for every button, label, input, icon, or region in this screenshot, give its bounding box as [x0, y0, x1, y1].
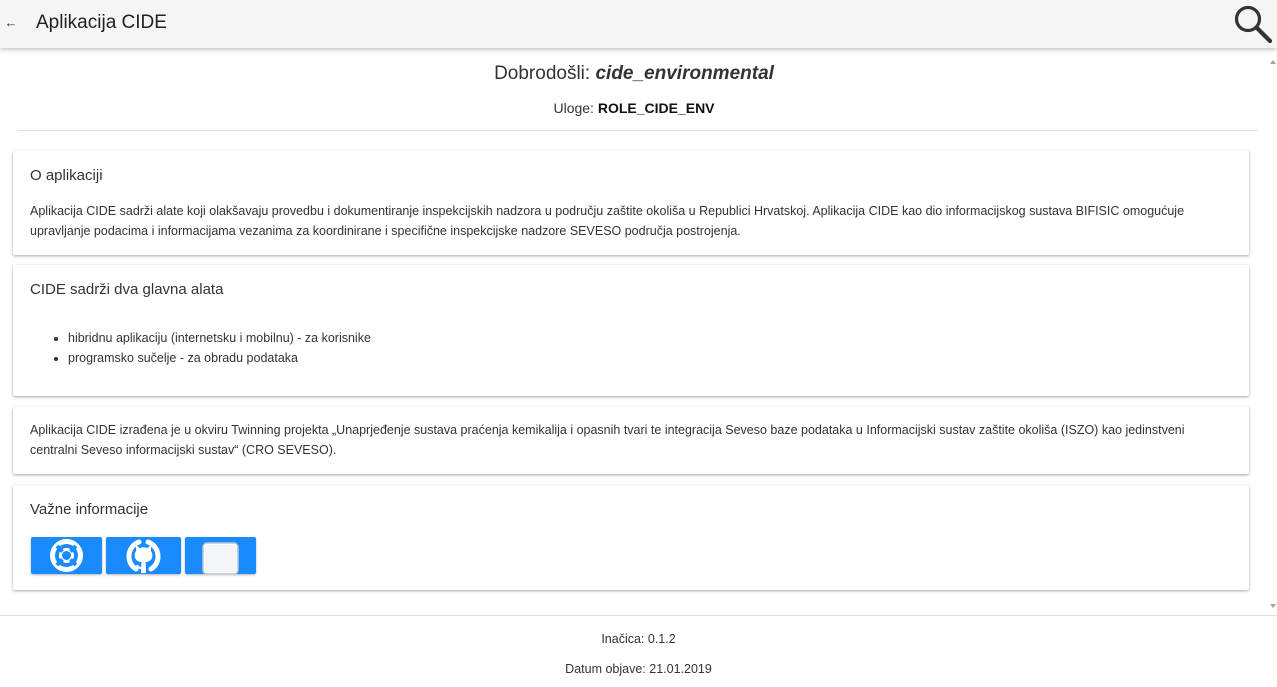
app-toolbar: ← Aplikacija CIDE [0, 0, 1277, 48]
welcome-prefix: Dobrodošli: [494, 63, 596, 84]
about-card-text: Aplikacija CIDE sadrži alate koji olakša… [30, 204, 1185, 238]
scroll-down-arrow-icon[interactable] [1270, 604, 1276, 608]
about-card-title: O aplikaciji [30, 167, 103, 184]
about-card: O aplikaciji Aplikacija CIDE sadrži alat… [13, 151, 1249, 255]
app-title: Aplikacija CIDE [36, 12, 167, 33]
scrollbar-thumb[interactable] [1270, 70, 1276, 594]
list-item: hibridnu aplikaciju (internetsku i mobil… [68, 328, 371, 348]
window-button[interactable] [185, 537, 256, 574]
arrow-left-icon[interactable]: ← [4, 13, 18, 33]
project-card-text: Aplikacija CIDE izrađena je u okviru Twi… [30, 423, 1185, 457]
roles-label: Uloge: [553, 100, 598, 116]
user-roles: Uloge: ROLE_CIDE_ENV [0, 99, 1268, 117]
main-content: Dobrodošli: cide_environmental Uloge: RO… [0, 50, 1268, 615]
tools-card-title: CIDE sadrži dva glavna alata [30, 281, 224, 298]
tools-list: hibridnu aplikaciju (internetsku i mobil… [30, 328, 371, 368]
github-icon [126, 539, 161, 573]
github-button[interactable] [106, 537, 181, 574]
welcome-username: cide_environmental [595, 63, 774, 84]
version-text: Inačica: 0.1.2 [601, 632, 676, 646]
list-item: programsko sučelje - za obradu podataka [68, 348, 371, 368]
roles-value: ROLE_CIDE_ENV [597, 100, 715, 116]
release-date-text: Datum objave: 21.01.2019 [565, 662, 712, 676]
window-icon [202, 542, 239, 574]
footer: Inačica: 0.1.2 Datum objave: 21.01.2019 [0, 615, 1277, 687]
project-card: Aplikacija CIDE izrađena je u okviru Twi… [13, 407, 1249, 474]
help-button[interactable] [31, 537, 102, 574]
welcome-heading: Dobrodošli: cide_environmental [0, 62, 1268, 86]
tools-card: CIDE sadrži dva glavna alata hibridnu ap… [13, 265, 1249, 396]
search-icon[interactable] [1232, 3, 1274, 45]
divider [18, 130, 1258, 131]
important-info-card: Važne informacije [13, 485, 1249, 590]
lifebuoy-icon [50, 539, 83, 572]
scroll-up-arrow-icon[interactable] [1270, 60, 1276, 64]
important-info-title: Važne informacije [30, 501, 149, 518]
